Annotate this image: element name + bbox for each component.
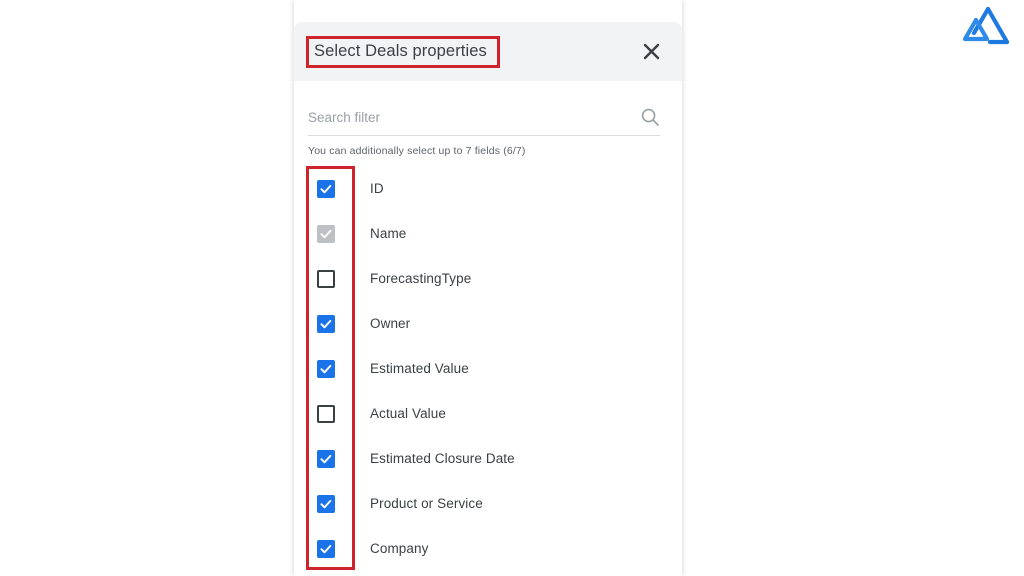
- field-row: Name: [294, 211, 682, 256]
- checkbox-checked[interactable]: [317, 539, 335, 558]
- field-row[interactable]: Company: [294, 526, 682, 571]
- field-label: Estimated Value: [370, 361, 469, 376]
- helper-text: You can additionally select up to 7 fiel…: [308, 145, 526, 157]
- checkbox-checked[interactable]: [317, 449, 335, 468]
- field-label: ID: [370, 181, 384, 196]
- search-icon[interactable]: [640, 107, 660, 127]
- checkbox-checked[interactable]: [317, 494, 335, 513]
- field-row[interactable]: Owner: [294, 301, 682, 346]
- search-row: [308, 99, 660, 136]
- field-label: Actual Value: [370, 406, 446, 421]
- search-input[interactable]: [308, 109, 608, 125]
- close-icon: [643, 43, 660, 60]
- field-label: Estimated Closure Date: [370, 451, 515, 466]
- field-label: ForecastingType: [370, 271, 472, 286]
- field-label: Name: [370, 226, 407, 241]
- field-row[interactable]: ID: [294, 166, 682, 211]
- field-row[interactable]: ForecastingType: [294, 256, 682, 301]
- page-title: Select Deals properties: [314, 42, 487, 60]
- panel-body: You can additionally select up to 7 fiel…: [294, 81, 682, 576]
- select-properties-panel: Select Deals properties You can addition…: [294, 0, 682, 576]
- checkbox-checked[interactable]: [317, 179, 335, 198]
- field-label: Owner: [370, 316, 411, 331]
- close-button[interactable]: [638, 39, 664, 65]
- panel-header: Select Deals properties: [294, 22, 682, 81]
- field-label: Company: [370, 541, 429, 556]
- checkbox-checked[interactable]: [317, 314, 335, 333]
- checkbox-checked[interactable]: [317, 359, 335, 378]
- field-row[interactable]: Estimated Value: [294, 346, 682, 391]
- checkbox-unchecked[interactable]: [317, 269, 335, 288]
- field-row[interactable]: Actual Value: [294, 391, 682, 436]
- field-label: Product or Service: [370, 496, 483, 511]
- field-row[interactable]: Estimated Closure Date: [294, 436, 682, 481]
- field-list: ID Name ForecastingType Owner Estimated Valu…: [294, 166, 682, 571]
- brand-logo-icon: [960, 4, 1012, 48]
- checkbox-checked-disabled: [317, 224, 335, 243]
- checkbox-unchecked[interactable]: [317, 404, 335, 423]
- field-row[interactable]: Product or Service: [294, 481, 682, 526]
